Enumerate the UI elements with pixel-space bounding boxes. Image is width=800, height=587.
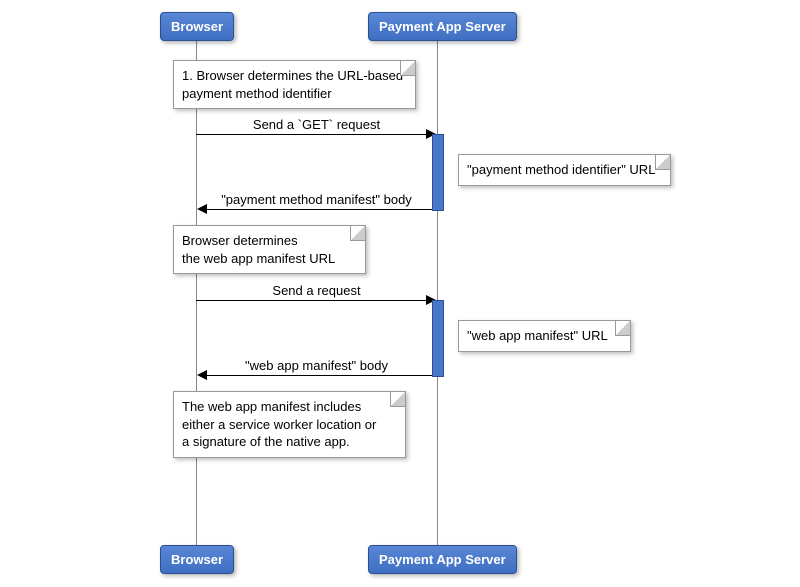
message-label: "payment method manifest" body <box>196 192 437 207</box>
participant-browser-top: Browser <box>160 12 234 41</box>
message-label: Send a request <box>196 283 437 298</box>
participant-label: Payment App Server <box>379 552 506 567</box>
message-label: "web app manifest" body <box>196 358 437 373</box>
note-text: "payment method identifier" URL <box>467 161 662 179</box>
note-text: payment method identifier <box>182 85 407 103</box>
note-manifest-includes: The web app manifest includes either a s… <box>173 391 406 458</box>
participant-browser-bottom: Browser <box>160 545 234 574</box>
note-text: a signature of the native app. <box>182 433 397 451</box>
note-corner-icon <box>390 392 405 407</box>
lifeline-server <box>437 40 438 545</box>
note-corner-icon <box>350 226 365 241</box>
participant-server-top: Payment App Server <box>368 12 517 41</box>
note-text: either a service worker location or <box>182 416 397 434</box>
note-corner-icon <box>615 321 630 336</box>
note-text: the web app manifest URL <box>182 250 357 268</box>
note-browser-determines-identifier: 1. Browser determines the URL-based paym… <box>173 60 416 109</box>
note-browser-determines-manifest-url: Browser determines the web app manifest … <box>173 225 366 274</box>
message-label: Send a `GET` request <box>196 117 437 132</box>
note-corner-icon <box>655 155 670 170</box>
message-line <box>206 375 432 376</box>
note-text: The web app manifest includes <box>182 398 397 416</box>
note-text: 1. Browser determines the URL-based <box>182 67 407 85</box>
message-line <box>196 134 427 135</box>
sequence-diagram: Browser Payment App Server 1. Browser de… <box>0 0 800 587</box>
note-text: Browser determines <box>182 232 357 250</box>
participant-label: Browser <box>171 552 223 567</box>
participant-label: Payment App Server <box>379 19 506 34</box>
note-corner-icon <box>400 61 415 76</box>
arrow-left-icon <box>197 370 207 380</box>
note-text: "web app manifest" URL <box>467 327 622 345</box>
message-line <box>196 300 427 301</box>
arrow-left-icon <box>197 204 207 214</box>
participant-server-bottom: Payment App Server <box>368 545 517 574</box>
note-payment-method-identifier-url: "payment method identifier" URL <box>458 154 671 186</box>
message-line <box>206 209 432 210</box>
participant-label: Browser <box>171 19 223 34</box>
note-web-app-manifest-url: "web app manifest" URL <box>458 320 631 352</box>
